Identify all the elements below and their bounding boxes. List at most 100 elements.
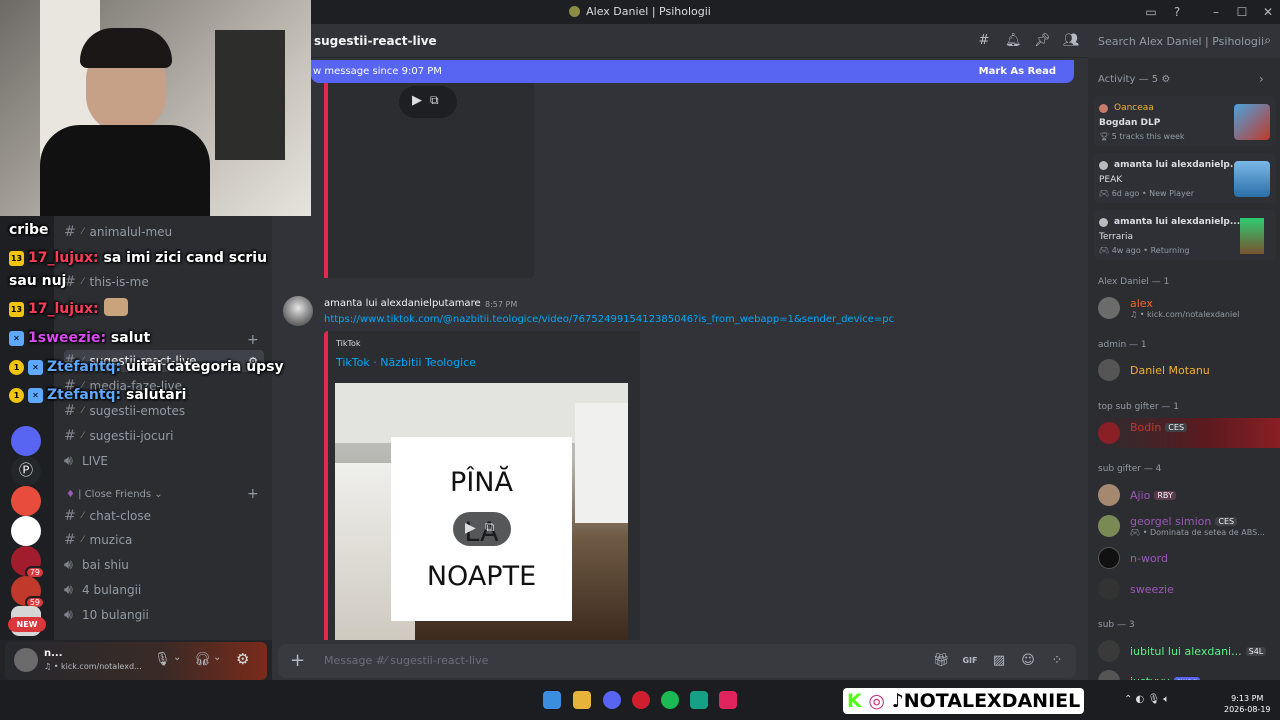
add-channel-icon[interactable]: + — [247, 486, 259, 502]
attach-plus-icon[interactable]: + — [290, 650, 305, 671]
server-icon[interactable] — [11, 486, 41, 516]
message-author[interactable]: amanta lui alexdanielputamare — [324, 298, 481, 309]
embed-provider: TikTok — [336, 339, 361, 348]
spotify-icon[interactable] — [661, 691, 679, 709]
file-explorer-icon[interactable] — [573, 691, 591, 709]
system-clock[interactable]: 9:13 PM 2026-08-19 — [1224, 693, 1271, 715]
search-input[interactable]: Search Alex Daniel | Psihologii ⌕ — [1092, 31, 1275, 51]
category-close-friends[interactable]: ♦ | Close Friends ⌄ — [66, 489, 163, 500]
hash-icon: # — [64, 532, 76, 548]
help-icon[interactable]: ? — [1168, 3, 1186, 21]
voice-channel-10-bulangii[interactable]: 🔊︎ 10 bulangii — [64, 604, 149, 626]
chevron-down-icon[interactable]: ⌄ — [213, 652, 221, 663]
server-icon[interactable]: 79 — [11, 546, 45, 579]
voice-channel-bai-shiu[interactable]: 🔊︎ bai shiu — [64, 554, 129, 576]
role-header: admin — 1 — [1098, 340, 1147, 350]
inbox-icon[interactable]: ▭ — [1142, 3, 1160, 21]
channel-name: sugestii-react-live — [314, 34, 437, 48]
microphone-icon[interactable]: 🎙︎ — [154, 652, 171, 667]
embed-title[interactable]: TikTok · Năzbitii Teologice — [336, 356, 476, 369]
maximize-button[interactable]: ☐ — [1233, 3, 1251, 21]
play-icon: ▶ — [412, 93, 422, 108]
member-list-icon[interactable]: 👥︎ — [1063, 33, 1080, 49]
voice-channel-4-bulangii[interactable]: 🔊︎ 4 bulangii — [64, 579, 141, 601]
member-name[interactable]: georgel simion CES — [1130, 515, 1238, 528]
avatar[interactable] — [14, 648, 38, 672]
server-icon[interactable]: Ⓟ — [11, 456, 41, 486]
opera-icon[interactable] — [632, 691, 650, 709]
activity-card[interactable]: amanta lui alexdanielp... Terraria 🎮︎ 4w… — [1094, 210, 1276, 260]
play-button[interactable]: ▶ ⧉ — [399, 86, 457, 118]
avatar[interactable] — [1098, 670, 1120, 680]
bell-icon[interactable]: 🔔︎ — [1005, 33, 1022, 49]
channel-muzica[interactable]: # ⁄ muzica — [64, 529, 132, 551]
channel-sugestii-emotes[interactable]: # ⁄ sugestii-emotes — [64, 400, 185, 422]
close-button[interactable]: ✕ — [1259, 3, 1277, 21]
webcam-overlay — [0, 0, 311, 216]
settings-icon[interactable]: ⚙ — [236, 650, 249, 668]
minimize-button[interactable]: – — [1207, 3, 1225, 21]
avatar[interactable] — [1098, 578, 1120, 600]
channel-chat-close[interactable]: # ⁄ chat-close — [64, 505, 151, 527]
windows-start-icon[interactable] — [543, 691, 561, 709]
threads-icon[interactable]: # — [976, 33, 992, 49]
avatar — [1099, 104, 1108, 113]
gamepad-icon: 🎮︎ — [1099, 246, 1112, 255]
server-icon[interactable]: 59 — [11, 576, 45, 609]
avatar[interactable] — [1098, 484, 1120, 506]
member-name[interactable]: Daniel Motanu — [1130, 364, 1210, 377]
activity-header[interactable]: Activity — 5 ⚙ — [1098, 74, 1170, 85]
member-name[interactable]: Bodin CES — [1130, 421, 1188, 434]
activity-card[interactable]: amanta lui alexdanielp... PEAK 🎮︎ 6d ago… — [1094, 153, 1276, 203]
channel-this-is-me[interactable]: # ⁄ this-is-me — [64, 271, 149, 293]
server-icon[interactable] — [11, 426, 41, 456]
chevron-right-icon[interactable]: › — [1259, 72, 1264, 86]
stream-chat-line: cribe — [9, 222, 49, 238]
message-link[interactable]: https://www.tiktok.com/@nazbitii.teologi… — [324, 314, 894, 325]
sticker-icon[interactable]: ▨ — [991, 653, 1007, 669]
channel-animalul-meu[interactable]: # ⁄ animalul-meu — [64, 221, 172, 243]
pin-icon[interactable]: 📌︎ — [1034, 33, 1051, 49]
mark-as-read-button[interactable]: Mark As Read — [979, 66, 1056, 77]
member-name[interactable]: iubitul lui alexdani... S4L — [1130, 645, 1267, 658]
channel-sugestii-jocuri[interactable]: # ⁄ sugestii-jocuri — [64, 425, 173, 447]
emoji-icon[interactable]: ☺ — [1020, 653, 1036, 669]
discord-icon[interactable] — [603, 691, 621, 709]
username[interactable]: n... — [44, 648, 63, 659]
avatar — [1099, 161, 1108, 170]
message-input[interactable]: Message #⁄ sugestii-react-live — [324, 654, 488, 667]
gift-icon[interactable]: 🎁︎ — [933, 653, 950, 669]
headphones-icon[interactable]: 🎧︎ — [194, 652, 211, 667]
avatar[interactable] — [1098, 515, 1120, 537]
avatar[interactable] — [1098, 359, 1120, 381]
voice-channel-live[interactable]: 🔊︎ LIVE — [64, 450, 108, 472]
new-badge[interactable]: NEW — [8, 617, 46, 632]
add-channel-icon[interactable]: + — [247, 332, 259, 348]
channel-header: sugestii-react-live # 🔔︎ 📌︎ 👥︎ — [311, 24, 1088, 58]
gif-icon[interactable]: GIF — [962, 653, 978, 669]
new-messages-bar[interactable]: w message since 9:07 PM Mark As Read — [311, 60, 1074, 83]
avatar[interactable] — [1098, 640, 1120, 662]
avatar[interactable] — [283, 296, 313, 326]
role-header: top sub gifter — 1 — [1098, 402, 1180, 412]
system-tray[interactable]: ⌃ ◐ 🎙︎ 🔈︎ — [1124, 694, 1169, 705]
hash-icon: # — [64, 274, 76, 290]
apps-icon[interactable]: ⁘ — [1049, 653, 1065, 669]
server-icon[interactable] — [11, 516, 41, 546]
member-name[interactable]: sweezie — [1130, 583, 1174, 596]
avatar[interactable] — [1098, 297, 1120, 319]
chevron-down-icon[interactable]: ⌄ — [173, 652, 181, 663]
member-name[interactable]: alex — [1130, 297, 1153, 310]
speaker-icon: 🔊︎ — [64, 582, 73, 598]
video-play-button[interactable]: ▶ ⧉ — [453, 512, 511, 546]
avatar[interactable] — [1098, 422, 1120, 444]
message-composer[interactable]: + Message #⁄ sugestii-react-live 🎁︎ GIF … — [278, 644, 1076, 678]
member-name[interactable]: Ajio RBY — [1130, 489, 1176, 502]
avatar[interactable] — [1098, 547, 1120, 569]
activity-card[interactable]: Oanceaa Bogdan DLP 🏆︎ 5 tracks this week — [1094, 96, 1276, 146]
app-icon[interactable] — [690, 691, 708, 709]
member-name[interactable]: n-word — [1130, 552, 1168, 565]
tiktok-icon[interactable] — [719, 691, 737, 709]
stream-chat-line: ✕ 1sweezie: salut — [9, 330, 150, 346]
streamer-brand-overlay: K ◎ ♪NOTALEXDANIEL — [843, 688, 1085, 714]
